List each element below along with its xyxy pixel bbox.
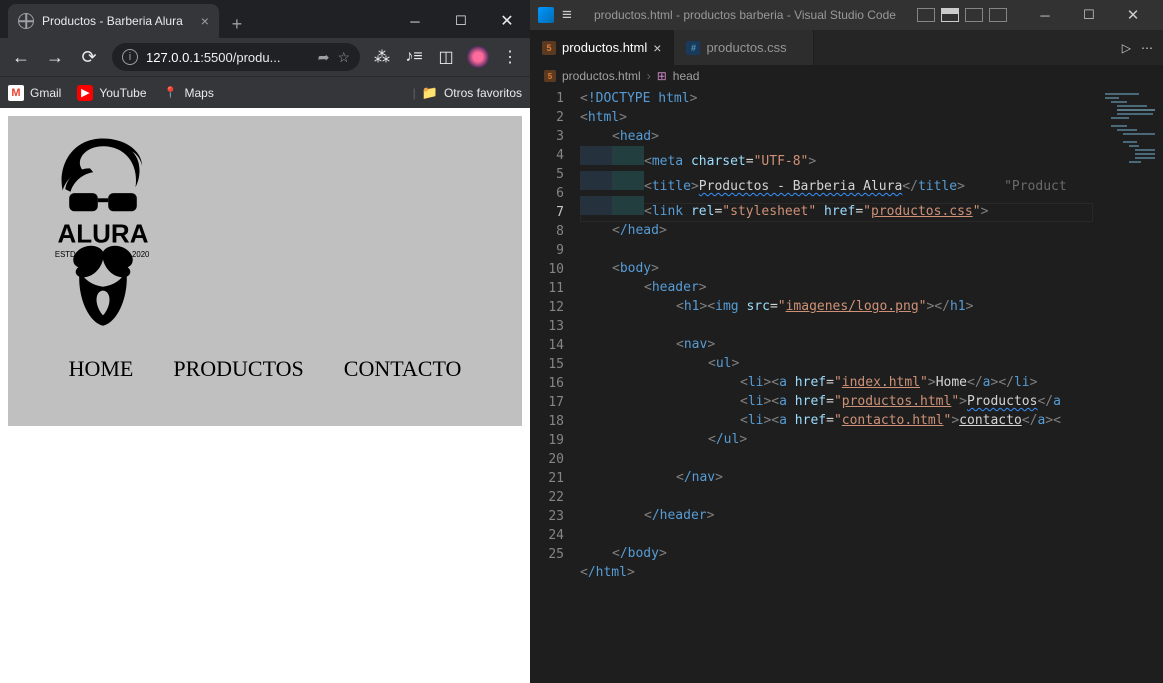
minimap[interactable] <box>1093 87 1163 683</box>
divider: | <box>413 86 416 100</box>
tag-icon: ⊞ <box>657 69 667 83</box>
editor-area: 1234567891011121314151617181920212223242… <box>530 87 1163 683</box>
chrome-titlearea: Productos - Barberia Alura × + ─ ☐ ✕ ← →… <box>0 0 530 108</box>
window-title: productos.html - productos barberia - Vi… <box>594 8 896 22</box>
page-viewport: ALURA ESTD 2020 HOME PRODUCTOS CONTACTO <box>0 108 530 683</box>
layout-buttons <box>917 8 1007 22</box>
nav-contacto[interactable]: CONTACTO <box>344 356 462 382</box>
sidepanel-icon[interactable]: ◫ <box>432 43 460 71</box>
layout-left-icon[interactable] <box>917 8 935 22</box>
maximize-button[interactable]: ☐ <box>438 4 484 38</box>
extensions-icon[interactable]: ⁂ <box>368 43 396 71</box>
back-button[interactable]: ← <box>6 42 36 72</box>
layout-bottom-icon[interactable] <box>941 8 959 22</box>
folder-icon: 📁 <box>422 85 438 101</box>
chrome-menu-icon[interactable]: ⋮ <box>496 43 524 71</box>
tab-productos-css[interactable]: # productos.css × <box>674 30 813 65</box>
browser-tab[interactable]: Productos - Barberia Alura × <box>8 4 219 38</box>
maximize-button[interactable]: ☐ <box>1067 1 1111 29</box>
bookmark-maps[interactable]: 📍 Maps <box>163 85 214 101</box>
nav-home[interactable]: HOME <box>69 356 134 382</box>
browser-toolbar: ← → ⟳ i 127.0.0.1:5500/produ... ➦ ☆ ⁂ ♪≡… <box>0 38 530 76</box>
more-actions-icon[interactable]: ⋯ <box>1141 41 1153 55</box>
share-icon[interactable]: ➦ <box>318 49 330 66</box>
close-button[interactable]: ✕ <box>1111 1 1155 29</box>
barber-logo-svg: ALURA ESTD 2020 <box>38 132 168 327</box>
vscode-window-controls: ─ ☐ ✕ <box>1023 1 1155 29</box>
vscode-titlebar: ≡ productos.html - productos barberia - … <box>530 0 1163 30</box>
breadcrumb-file: productos.html <box>562 69 641 83</box>
close-window-button[interactable]: ✕ <box>484 4 530 38</box>
site-info-icon[interactable]: i <box>122 49 138 65</box>
minimize-button[interactable]: ─ <box>392 4 438 38</box>
profile-avatar[interactable] <box>464 43 492 71</box>
menu-button[interactable]: ≡ <box>562 5 573 25</box>
media-control-icon[interactable]: ♪≡ <box>400 43 428 71</box>
svg-text:ESTD: ESTD <box>55 250 76 259</box>
tab-close-icon[interactable]: × <box>201 13 209 29</box>
layout-right-icon[interactable] <box>965 8 983 22</box>
page-header: ALURA ESTD 2020 HOME PRODUCTOS CONTACTO <box>8 116 522 426</box>
vscode-window: ≡ productos.html - productos barberia - … <box>530 0 1163 683</box>
editor-tabs: 5 productos.html × # productos.css × ▷ ⋯ <box>530 30 1163 65</box>
nav-productos[interactable]: PRODUCTOS <box>173 356 303 382</box>
bookmark-label: Maps <box>185 86 214 100</box>
minimize-button[interactable]: ─ <box>1023 1 1067 29</box>
breadcrumb-separator-icon: › <box>647 69 651 83</box>
tab-productos-html[interactable]: 5 productos.html × <box>530 30 674 65</box>
bookmark-youtube[interactable]: ▶ YouTube <box>77 85 146 101</box>
css-file-icon: # <box>686 41 700 55</box>
forward-button[interactable]: → <box>40 42 70 72</box>
breadcrumb[interactable]: 5 productos.html › ⊞ head <box>530 65 1163 87</box>
reload-button[interactable]: ⟳ <box>74 42 104 72</box>
address-bar[interactable]: i 127.0.0.1:5500/produ... ➦ ☆ <box>112 43 360 71</box>
window-controls: ─ ☐ ✕ <box>392 4 530 38</box>
code-editor[interactable]: <!DOCTYPE html> <html> <head> <meta char… <box>580 87 1093 683</box>
tab-label: productos.css <box>706 40 786 55</box>
bookmark-star-icon[interactable]: ☆ <box>337 49 350 66</box>
svg-text:2020: 2020 <box>132 250 150 259</box>
tab-label: productos.html <box>562 40 647 55</box>
run-icon[interactable]: ▷ <box>1122 41 1131 55</box>
maps-icon: 📍 <box>163 85 179 101</box>
tab-title: Productos - Barberia Alura <box>42 14 183 28</box>
bookmark-label: YouTube <box>99 86 146 100</box>
page-nav: HOME PRODUCTOS CONTACTO <box>38 356 492 382</box>
globe-icon <box>18 13 34 29</box>
breadcrumb-symbol: head <box>673 69 700 83</box>
html-file-icon: 5 <box>542 41 556 55</box>
html-file-icon: 5 <box>544 70 556 82</box>
url-text: 127.0.0.1:5500/produ... <box>146 50 310 65</box>
bookmark-label: Gmail <box>30 86 61 100</box>
bookmarks-bar: M Gmail ▶ YouTube 📍 Maps | 📁 Otros favor… <box>0 76 530 108</box>
vscode-icon <box>538 7 554 23</box>
bookmark-label: Otros favoritos <box>444 86 522 100</box>
tab-strip: Productos - Barberia Alura × + ─ ☐ ✕ <box>0 0 530 38</box>
line-gutter: 1234567891011121314151617181920212223242… <box>530 87 580 683</box>
layout-custom-icon[interactable] <box>989 8 1007 22</box>
chrome-window: Productos - Barberia Alura × + ─ ☐ ✕ ← →… <box>0 0 530 683</box>
other-bookmarks[interactable]: | 📁 Otros favoritos <box>413 85 522 101</box>
new-tab-button[interactable]: + <box>223 10 251 38</box>
logo: ALURA ESTD 2020 <box>38 126 492 332</box>
svg-text:ALURA: ALURA <box>58 219 149 249</box>
tab-close-icon[interactable]: × <box>653 40 661 56</box>
gmail-icon: M <box>8 85 24 101</box>
youtube-icon: ▶ <box>77 85 93 101</box>
bookmark-gmail[interactable]: M Gmail <box>8 85 61 101</box>
